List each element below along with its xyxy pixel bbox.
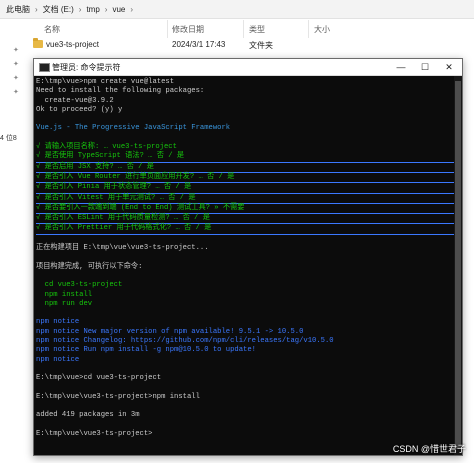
terminal-line: √ 是否引入 Vue Router 进行单页面应用开发? … 否 / 是 — [36, 173, 454, 184]
close-button[interactable]: ✕ — [438, 60, 460, 74]
terminal-line: Need to install the following packages: — [36, 87, 205, 96]
breadcrumb-separator: › — [78, 5, 82, 14]
terminal-line: √ 是否启用 JSX 支持? … 否 / 是 — [36, 163, 454, 173]
column-divider[interactable] — [243, 20, 244, 38]
breadcrumb-separator: › — [130, 5, 134, 14]
column-header-size[interactable]: 大小 — [314, 24, 330, 35]
watermark: CSDN @惜世君子 — [392, 444, 466, 454]
pin-icon: ✦ — [13, 47, 19, 54]
terminal-line: npm notice New major version of npm avai… — [36, 327, 304, 336]
terminal-line: added 419 packages in 3m — [36, 411, 140, 420]
file-name[interactable]: vue3-ts-project — [46, 40, 99, 49]
column-divider[interactable] — [308, 20, 309, 38]
window-title: 管理员: 命令提示符 — [52, 63, 121, 72]
column-header-date[interactable]: 修改日期 — [172, 24, 204, 35]
terminal-line: E:\tmp\vue\vue3-ts-project>npm install — [36, 392, 200, 401]
breadcrumb: 此电脑 › 文档 (E:) › tmp › vue › — [6, 4, 133, 15]
terminal-line: 项目构建完成, 可执行以下命令: — [36, 262, 143, 271]
file-type: 文件夹 — [249, 41, 273, 50]
folder-icon — [33, 38, 43, 48]
title-bar[interactable]: 管理员: 命令提示符 — ☐ ✕ — [34, 59, 462, 76]
column-headers: 名称 修改日期 类型 大小 — [0, 22, 474, 36]
terminal-line: √ 是否引入 Prettier 用于代码格式化? … 否 / 是 — [36, 224, 454, 235]
breadcrumb-item[interactable]: 此电脑 — [6, 4, 30, 15]
file-row[interactable]: vue3-ts-project 2024/3/1 17:43 文件夹 — [28, 38, 474, 52]
terminal-line: √ 是否引入 Vitest 用于单元测试? … 否 / 是 — [36, 194, 454, 204]
pin-icon: ✦ — [13, 75, 19, 82]
terminal-line: npm notice — [36, 355, 80, 364]
terminal-line: npm notice Run npm install -g npm@10.5.0… — [36, 346, 256, 355]
breadcrumb-separator: › — [104, 5, 108, 14]
terminal-line: npm notice — [36, 318, 80, 327]
navigation-pane: ✦ ✦ ✦ ✦ 4 位8 — [0, 36, 28, 463]
breadcrumb-separator: › — [35, 5, 38, 14]
terminal-line: √ 是否使用 TypeScript 语法? … 否 / 是 — [36, 152, 454, 163]
column-divider[interactable] — [167, 20, 168, 38]
terminal-line: npm install — [36, 290, 93, 299]
column-header-type[interactable]: 类型 — [249, 24, 265, 35]
nav-label: 4 位8 — [0, 135, 17, 142]
terminal-line: 正在构建项目 E:\tmp\vue\vue3-ts-project... — [36, 244, 209, 253]
terminal-line: Ok to proceed? (y) y — [36, 105, 123, 114]
pin-icon: ✦ — [13, 61, 19, 68]
explorer-address-bar[interactable]: 此电脑 › 文档 (E:) › tmp › vue › — [0, 0, 474, 19]
terminal-line: √ 请输入项目名称: … vue3-ts-project — [36, 143, 177, 152]
terminal-line: npm notice Changelog: https://github.com… — [36, 337, 334, 346]
terminal-line: create-vue@3.9.2 — [36, 96, 114, 105]
terminal-line: Vue.js - The Progressive JavaScript Fram… — [36, 124, 231, 133]
terminal-line: cd vue3-ts-project — [36, 281, 123, 290]
file-date: 2024/3/1 17:43 — [172, 40, 226, 49]
breadcrumb-item[interactable]: 文档 (E:) — [43, 4, 74, 15]
command-prompt-window[interactable]: 管理员: 命令提示符 — ☐ ✕ E:\tmp\vue>npm create v… — [33, 58, 463, 456]
column-header-name[interactable]: 名称 — [44, 24, 60, 35]
terminal-line: √ 是否引入 ESLint 用于代码质量检测? … 否 / 是 — [36, 214, 454, 225]
terminal-line: npm run dev — [36, 299, 93, 308]
terminal-line: √ 是否引入 Pinia 用于状态管理? … 否 / 是 — [36, 183, 454, 194]
terminal-line: E:\tmp\vue>cd vue3-ts-project — [36, 374, 162, 383]
breadcrumb-item[interactable]: vue — [112, 5, 125, 14]
terminal-icon — [39, 63, 50, 72]
terminal-line: E:\tmp\vue\vue3-ts-project> — [36, 429, 153, 438]
terminal-line: E:\tmp\vue>npm create vue@latest — [36, 78, 175, 86]
pin-icon: ✦ — [13, 89, 19, 96]
terminal-output[interactable]: E:\tmp\vue>npm create vue@latest Need to… — [34, 76, 454, 455]
breadcrumb-item[interactable]: tmp — [86, 5, 99, 14]
minimize-button[interactable]: — — [390, 60, 412, 74]
maximize-button[interactable]: ☐ — [414, 60, 436, 74]
terminal-line: √ 是否要引入一款端到端 (End to End) 测试工具? » 不需要 — [36, 204, 454, 215]
scrollbar-thumb[interactable] — [455, 81, 461, 449]
